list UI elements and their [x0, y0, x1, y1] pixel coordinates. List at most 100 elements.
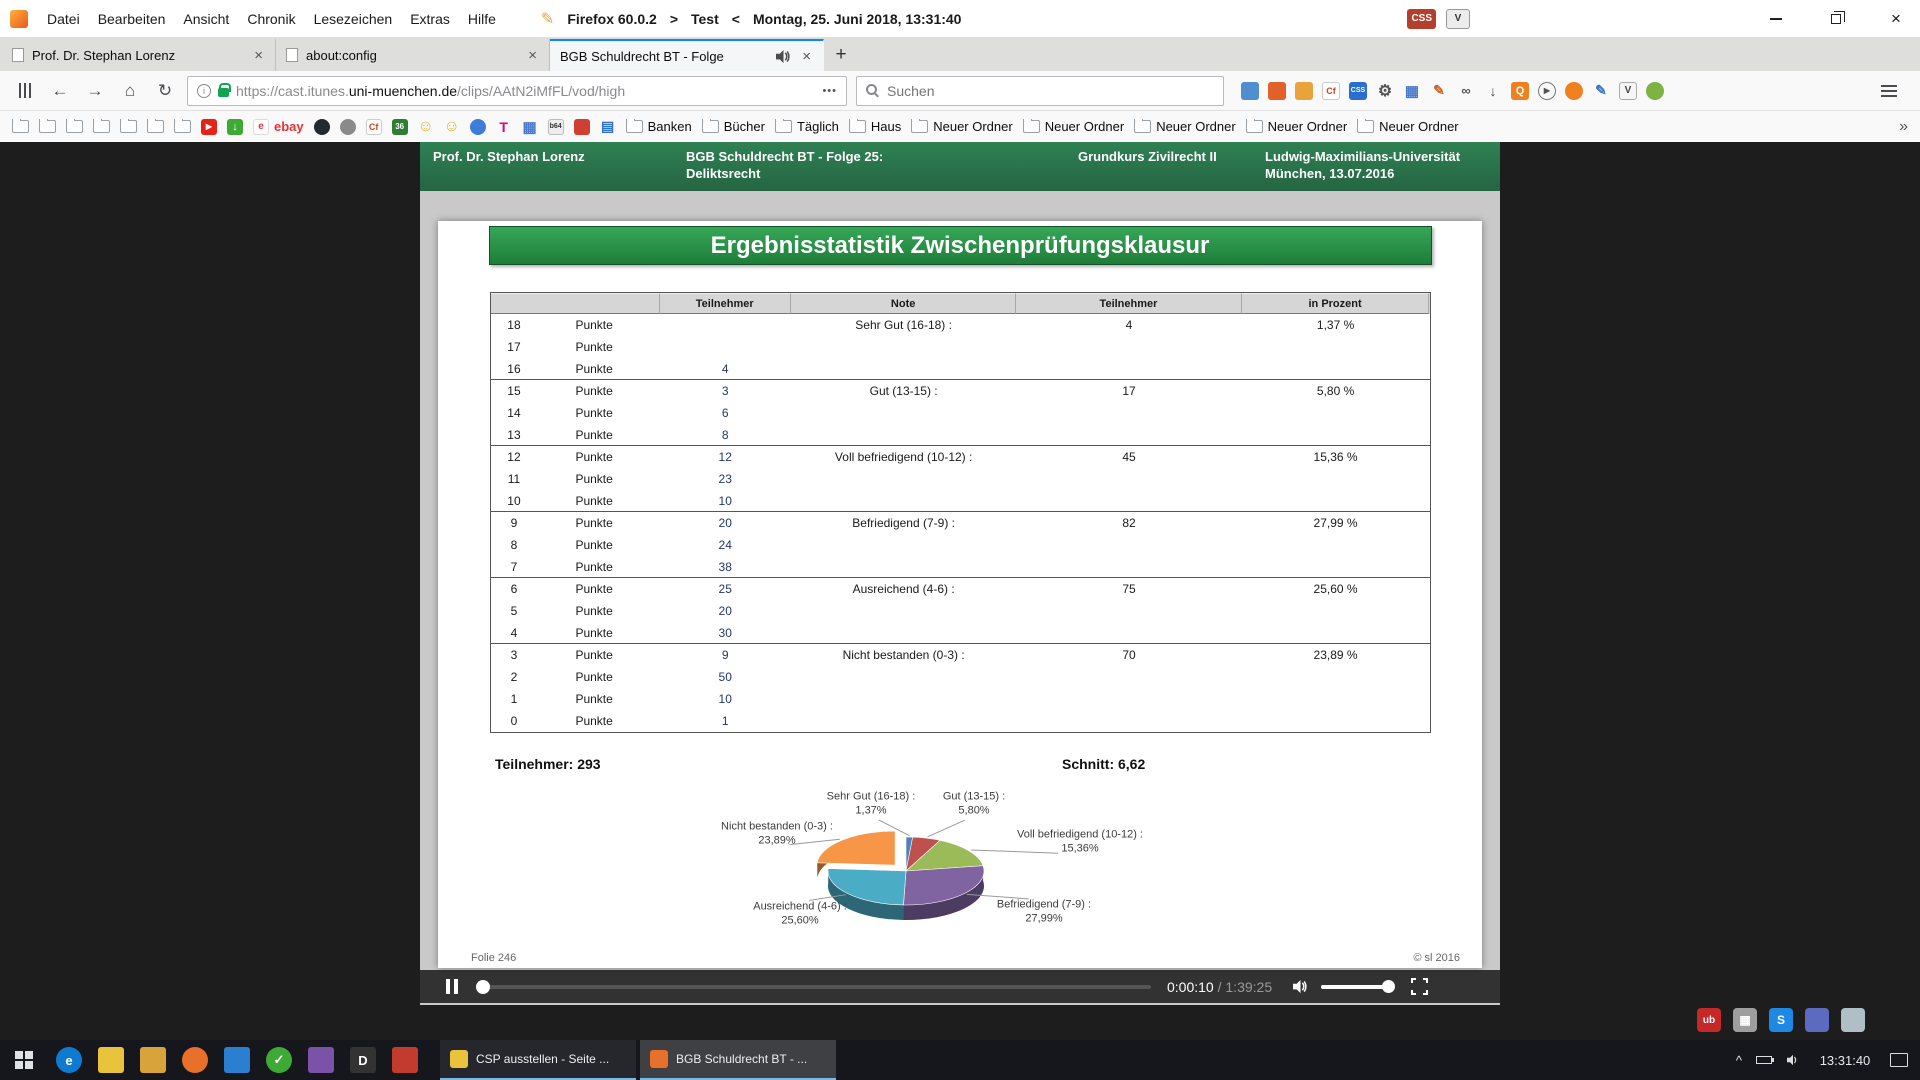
tab-audio-icon[interactable]	[775, 49, 792, 64]
video-player[interactable]: Prof. Dr. Stephan Lorenz BGB Schuldrecht…	[420, 142, 1500, 1005]
new-tab-button[interactable]: +	[824, 39, 858, 71]
colorfultabs-icon[interactable]: Cf	[1322, 82, 1340, 100]
bookmark-folder[interactable]: Neuer Ordner	[911, 119, 1012, 134]
github-icon[interactable]	[314, 119, 330, 135]
progress-track[interactable]	[476, 985, 1151, 989]
minimize-button[interactable]	[1762, 7, 1790, 31]
bookmark-folder[interactable]	[120, 120, 137, 133]
volume-knob[interactable]	[1382, 980, 1395, 993]
tray-volume-icon[interactable]	[1786, 1054, 1800, 1066]
red-taskbar-icon[interactable]	[392, 1047, 418, 1073]
bookmark-folder[interactable]: Neuer Ordner	[1023, 119, 1124, 134]
b64-icon[interactable]: b64	[548, 119, 564, 135]
progress-bar[interactable]	[476, 980, 1151, 994]
bookmark-folder[interactable]	[66, 120, 83, 133]
video-play-icon[interactable]: ▶	[1538, 82, 1556, 100]
explorer-icon[interactable]	[140, 1047, 166, 1073]
v-toolbar-icon[interactable]: V	[1619, 82, 1637, 100]
qtranslate-icon[interactable]: Q	[1511, 82, 1529, 100]
bookmark-folder[interactable]: Täglich	[775, 119, 839, 134]
search-input[interactable]	[887, 83, 1214, 99]
taskbar-window-button-2[interactable]: BGB Schuldrecht BT - ...	[640, 1040, 836, 1080]
bookmarks-overflow-icon[interactable]: »	[1891, 118, 1908, 136]
bookmark-folder[interactable]	[93, 120, 110, 133]
forward-button[interactable]: →	[82, 78, 108, 104]
tab-2[interactable]: about:config×	[276, 39, 550, 71]
folder-blue-icon[interactable]	[1241, 82, 1259, 100]
page-actions-icon[interactable]: •••	[822, 85, 837, 97]
tab-3[interactable]: BGB Schuldrecht BT - Folge×	[550, 39, 824, 71]
smiley-icon[interactable]: ☺	[418, 119, 434, 135]
folder-yellow-icon[interactable]	[1295, 82, 1313, 100]
fullscreen-button[interactable]	[1411, 978, 1428, 995]
battery-icon[interactable]	[1756, 1056, 1772, 1064]
menu-ansicht[interactable]: Ansicht	[174, 11, 238, 27]
smiley2-icon[interactable]: ☺	[444, 119, 460, 135]
grid-overlay-icon[interactable]: ▦	[1733, 1008, 1757, 1032]
action-center-icon[interactable]	[1890, 1053, 1908, 1067]
gear-icon[interactable]: ⚙	[1376, 82, 1394, 100]
bookmark-folder[interactable]	[39, 120, 56, 133]
back-button[interactable]: ←	[47, 78, 73, 104]
tab-close-icon[interactable]: ×	[526, 47, 539, 64]
grid-icon[interactable]: ▦	[522, 119, 538, 135]
bookmark-folder[interactable]	[12, 120, 29, 133]
bookmark-folder[interactable]	[174, 120, 191, 133]
leaf-icon[interactable]	[1646, 82, 1664, 100]
bookmark-folder[interactable]: Neuer Ordner	[1134, 119, 1235, 134]
cf-icon[interactable]: Cf	[366, 119, 382, 135]
hidden-icons-button[interactable]: ^	[1736, 1053, 1742, 1068]
tab-close-icon[interactable]: ×	[252, 47, 265, 64]
bookmark-folder[interactable]: Haus	[849, 119, 901, 134]
s-overlay-icon[interactable]: S	[1769, 1008, 1793, 1032]
purple-app-icon[interactable]	[308, 1047, 334, 1073]
menu-datei[interactable]: Datei	[38, 11, 89, 27]
close-button[interactable]: ×	[1882, 7, 1910, 31]
search-bar[interactable]	[856, 76, 1224, 106]
edge-icon[interactable]: e	[56, 1047, 82, 1073]
menu-extras[interactable]: Extras	[401, 11, 459, 27]
menu-lesezeichen[interactable]: Lesezeichen	[305, 11, 402, 27]
url-text[interactable]: https://cast.itunes.uni-muenchen.de/clip…	[236, 83, 815, 99]
ublock-icon[interactable]: ub	[1697, 1008, 1721, 1032]
ebay-bookmark[interactable]: eebay	[253, 119, 304, 135]
mail-icon[interactable]	[224, 1047, 250, 1073]
tab-close-icon[interactable]: ×	[800, 48, 813, 65]
paintbrush-icon[interactable]: ✎	[1430, 82, 1448, 100]
bookmark-folder[interactable]: Bücher	[702, 119, 765, 134]
b36-icon[interactable]: 36	[392, 119, 408, 135]
globe-icon[interactable]	[470, 119, 486, 135]
bookmark-folder[interactable]: Neuer Ordner	[1357, 119, 1458, 134]
download-icon[interactable]: ↓	[1484, 82, 1502, 100]
reload-button[interactable]: ↻	[152, 78, 178, 104]
volume-icon[interactable]	[1292, 979, 1309, 994]
antivirus-icon[interactable]: ✓	[266, 1047, 292, 1073]
red-app-icon[interactable]	[574, 119, 590, 135]
home-button[interactable]: ⌂	[117, 78, 143, 104]
d-app-icon[interactable]: D	[350, 1047, 376, 1073]
firefox-taskbar-icon[interactable]	[182, 1047, 208, 1073]
printer-overlay-icon[interactable]	[1841, 1008, 1865, 1032]
youtube-icon[interactable]: ▶	[201, 119, 217, 135]
url-bar[interactable]: i https://cast.itunes.uni-muenchen.de/cl…	[187, 76, 847, 106]
taskbar-window-button-1[interactable]: CSP ausstellen - Seite ...	[440, 1040, 636, 1080]
win-list-icon[interactable]: ▤	[600, 119, 616, 135]
menu-button[interactable]	[1876, 78, 1902, 104]
firefox-addon-icon[interactable]	[1565, 82, 1583, 100]
menu-hilfe[interactable]: Hilfe	[459, 11, 505, 27]
info-icon[interactable]: i	[197, 84, 211, 98]
bookmark-folder[interactable]: Banken	[626, 119, 692, 134]
edit-pencil-icon[interactable]: ✎	[1592, 82, 1610, 100]
menu-bearbeiten[interactable]: Bearbeiten	[89, 11, 175, 27]
table-icon[interactable]: ▦	[1403, 82, 1421, 100]
download-green-icon[interactable]: ↓	[227, 119, 243, 135]
telekom-icon[interactable]: T	[496, 119, 512, 135]
bookmark-folder[interactable]	[147, 120, 164, 133]
volume-slider[interactable]	[1321, 985, 1393, 989]
file-yellow-icon[interactable]	[98, 1047, 124, 1073]
start-button[interactable]	[0, 1040, 48, 1080]
extension-orange-icon[interactable]	[1268, 82, 1286, 100]
progress-knob[interactable]	[476, 980, 490, 994]
link-icon[interactable]: ∞	[1457, 82, 1475, 100]
tab-1[interactable]: Prof. Dr. Stephan Lorenz×	[2, 39, 276, 71]
